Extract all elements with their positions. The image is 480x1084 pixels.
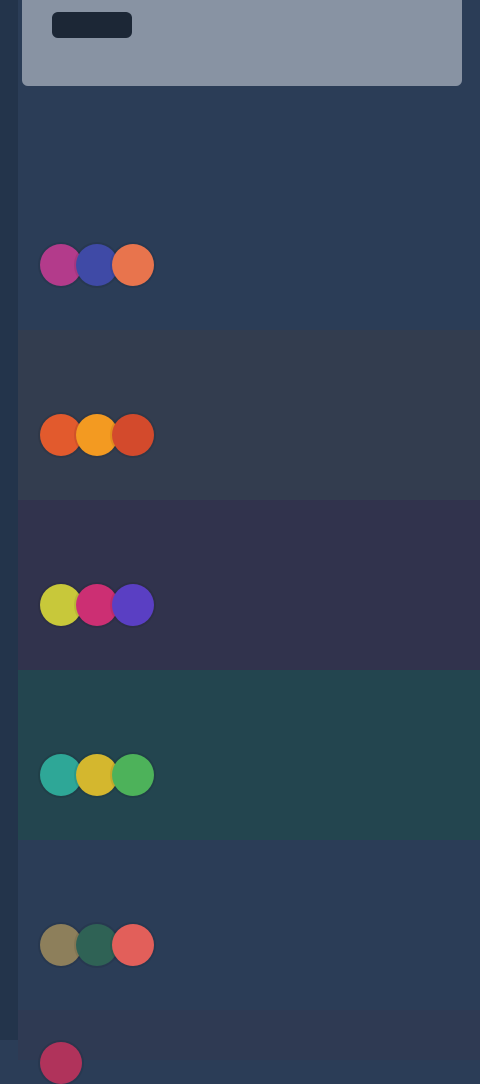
palette-name — [40, 208, 480, 226]
palette-tag — [40, 858, 480, 874]
palette-card[interactable] — [18, 330, 480, 500]
color-swatch[interactable] — [112, 414, 154, 456]
palette-card[interactable] — [18, 840, 480, 1010]
palette-tag — [40, 348, 480, 364]
palette-card[interactable] — [18, 500, 480, 670]
color-swatch[interactable] — [112, 924, 154, 966]
swatch-row — [40, 754, 480, 796]
swatch-row — [40, 1042, 480, 1084]
swatch-row — [40, 414, 480, 456]
palette-name — [40, 718, 480, 736]
search-input[interactable] — [22, 0, 462, 86]
palette-tag — [40, 178, 480, 194]
palette-name — [40, 888, 480, 906]
color-swatch[interactable] — [112, 754, 154, 796]
swatch-row — [40, 924, 480, 966]
palette-list — [18, 160, 480, 1084]
left-rail — [0, 0, 18, 1040]
search-panel — [22, 0, 462, 86]
palette-tag — [40, 688, 480, 704]
swatch-row — [40, 244, 480, 286]
swatch-row — [40, 584, 480, 626]
palette-card[interactable] — [18, 1010, 480, 1084]
color-swatch[interactable] — [112, 584, 154, 626]
palette-card[interactable] — [18, 670, 480, 840]
palette-card[interactable] — [18, 160, 480, 330]
color-swatch[interactable] — [40, 1042, 82, 1084]
palette-tag — [40, 518, 480, 534]
palette-name — [40, 548, 480, 566]
palette-name — [40, 378, 480, 396]
color-swatch[interactable] — [112, 244, 154, 286]
